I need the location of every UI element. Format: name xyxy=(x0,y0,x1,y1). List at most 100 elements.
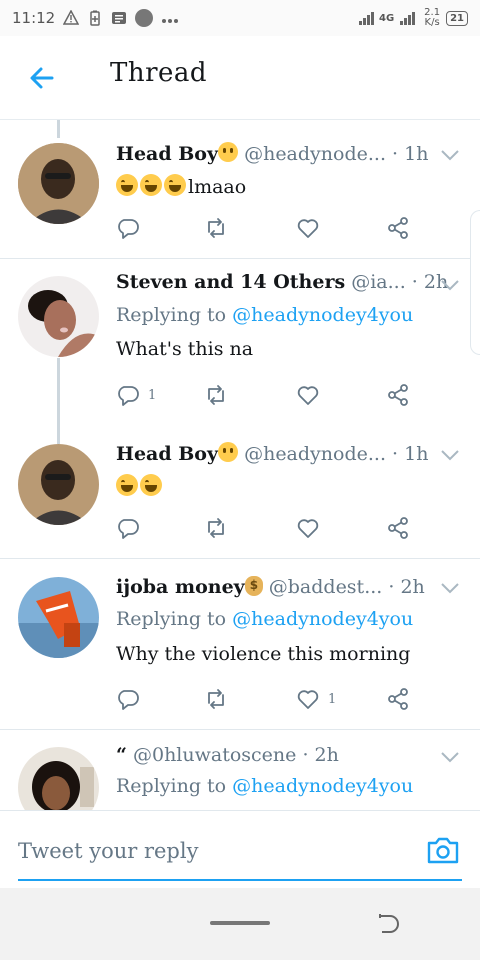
money-bag-icon xyxy=(244,576,263,596)
avatar-photo xyxy=(18,276,99,357)
tweet-time: · 1h xyxy=(392,443,429,465)
tweet-text xyxy=(116,474,164,498)
notification-dot-icon xyxy=(135,9,154,27)
display-name[interactable]: Steven and 14 Others xyxy=(116,271,345,293)
share-icon xyxy=(388,517,408,539)
tweet-time: · 2h xyxy=(302,744,339,766)
display-name[interactable]: “ xyxy=(116,744,127,766)
more-notifications-icon xyxy=(161,9,179,27)
status-bar: 11:12 4G 2.1 K/s 21 xyxy=(0,0,480,36)
avatar-photo xyxy=(18,143,99,224)
system-nav-bar xyxy=(0,888,480,960)
share-icon xyxy=(388,688,408,710)
page-title: Thread xyxy=(110,58,208,88)
avatar[interactable] xyxy=(18,143,99,224)
mention-link[interactable]: @headynodey4you xyxy=(232,608,413,630)
retweet-icon xyxy=(208,218,224,238)
tweet-header: “ @0hluwatoscene · 2h xyxy=(116,744,339,766)
avatar[interactable] xyxy=(18,747,99,810)
user-handle: @0hluwatoscene xyxy=(132,744,297,766)
retweet-button[interactable] xyxy=(204,685,236,713)
chevron-down-icon[interactable] xyxy=(440,750,460,764)
warning-icon xyxy=(63,10,80,25)
retweet-button[interactable] xyxy=(204,214,236,242)
laughing-emoji-icon xyxy=(164,174,186,196)
message-icon xyxy=(112,12,127,24)
reply-button[interactable] xyxy=(116,685,148,713)
battery-level: 21 xyxy=(446,10,468,26)
avatar-photo xyxy=(18,747,99,810)
share-button[interactable] xyxy=(386,685,410,713)
signal-2-icon xyxy=(400,12,416,25)
mention-link[interactable]: @headynodey4you xyxy=(232,775,413,797)
like-count: 1 xyxy=(328,691,337,707)
reply-button[interactable] xyxy=(116,514,148,542)
user-handle: @headynode... xyxy=(244,143,386,165)
tweet-header: Steven and 14 Others @ia... · 2h xyxy=(116,271,448,293)
reply-input[interactable]: Tweet your reply xyxy=(18,835,462,881)
chevron-down-icon[interactable] xyxy=(440,581,460,595)
reply-icon xyxy=(118,386,139,406)
heart-icon xyxy=(297,690,319,709)
avatar[interactable] xyxy=(18,577,99,658)
camera-icon[interactable] xyxy=(426,835,460,865)
laughing-emoji-icon xyxy=(140,474,162,496)
mention-link[interactable]: @headynodey4you xyxy=(232,304,413,326)
tweet[interactable]: Head Boy @headynode... · 1h lmaao xyxy=(0,120,480,258)
reply-icon xyxy=(118,219,139,239)
reply-icon xyxy=(118,690,139,710)
display-name[interactable]: Head Boy xyxy=(116,143,218,165)
scroll-indicator[interactable] xyxy=(470,210,480,355)
divider xyxy=(0,558,480,559)
network-speed: 2.1 K/s xyxy=(424,7,441,28)
replying-to: Replying to @headynodey4you xyxy=(116,608,414,630)
user-handle: @headynode... xyxy=(244,443,386,465)
thread-header: Thread xyxy=(0,36,480,120)
chevron-down-icon[interactable] xyxy=(440,278,460,292)
like-button[interactable] xyxy=(296,514,328,542)
divider xyxy=(0,729,480,730)
replying-to: Replying to @headynodey4you xyxy=(116,775,414,797)
chevron-down-icon[interactable] xyxy=(440,148,460,162)
retweet-button[interactable] xyxy=(204,514,236,542)
like-button[interactable] xyxy=(296,214,328,242)
tweet-header: Head Boy @headynode... · 1h xyxy=(116,142,428,165)
display-name[interactable]: Head Boy xyxy=(116,443,218,465)
share-button[interactable] xyxy=(386,214,410,242)
reply-button[interactable]: 1 xyxy=(116,381,156,409)
home-pill-icon[interactable] xyxy=(210,921,270,925)
laughing-emoji-icon xyxy=(140,174,162,196)
signal-icon xyxy=(359,12,374,25)
avatar[interactable] xyxy=(18,276,99,357)
neutral-face-icon xyxy=(218,142,239,162)
reply-icon xyxy=(118,519,139,539)
reply-button[interactable] xyxy=(116,214,148,242)
share-button[interactable] xyxy=(386,381,410,409)
reply-count: 1 xyxy=(148,387,157,403)
heart-icon xyxy=(297,219,319,238)
network-type: 4G xyxy=(379,12,395,24)
retweet-icon xyxy=(208,518,224,538)
tweet-time: · 2h xyxy=(388,576,425,598)
tweet-text: lmaao xyxy=(116,174,246,198)
like-button[interactable]: 1 xyxy=(296,685,336,713)
status-time: 11:12 xyxy=(12,9,56,27)
thread-feed[interactable]: Head Boy @headynode... · 1h lmaao Steven… xyxy=(0,120,480,810)
display-name[interactable]: ijoba money xyxy=(116,576,245,598)
tweet-text: What's this na xyxy=(116,338,254,360)
avatar[interactable] xyxy=(18,444,99,525)
replying-to: Replying to @headynodey4you xyxy=(116,304,414,326)
share-button[interactable] xyxy=(386,514,410,542)
like-button[interactable] xyxy=(296,381,328,409)
back-gesture-icon[interactable] xyxy=(376,912,400,936)
chevron-down-icon[interactable] xyxy=(440,448,460,462)
battery-saver-icon xyxy=(90,10,100,26)
laughing-emoji-icon xyxy=(116,174,138,196)
retweet-button[interactable] xyxy=(204,381,236,409)
arrow-left-icon[interactable] xyxy=(26,62,58,94)
heart-icon xyxy=(297,519,319,538)
avatar-photo xyxy=(18,444,99,525)
tweet-header: ijoba money @baddest... · 2h xyxy=(116,576,425,598)
heart-icon xyxy=(297,386,319,405)
tweet-actions: 1 xyxy=(116,685,416,713)
